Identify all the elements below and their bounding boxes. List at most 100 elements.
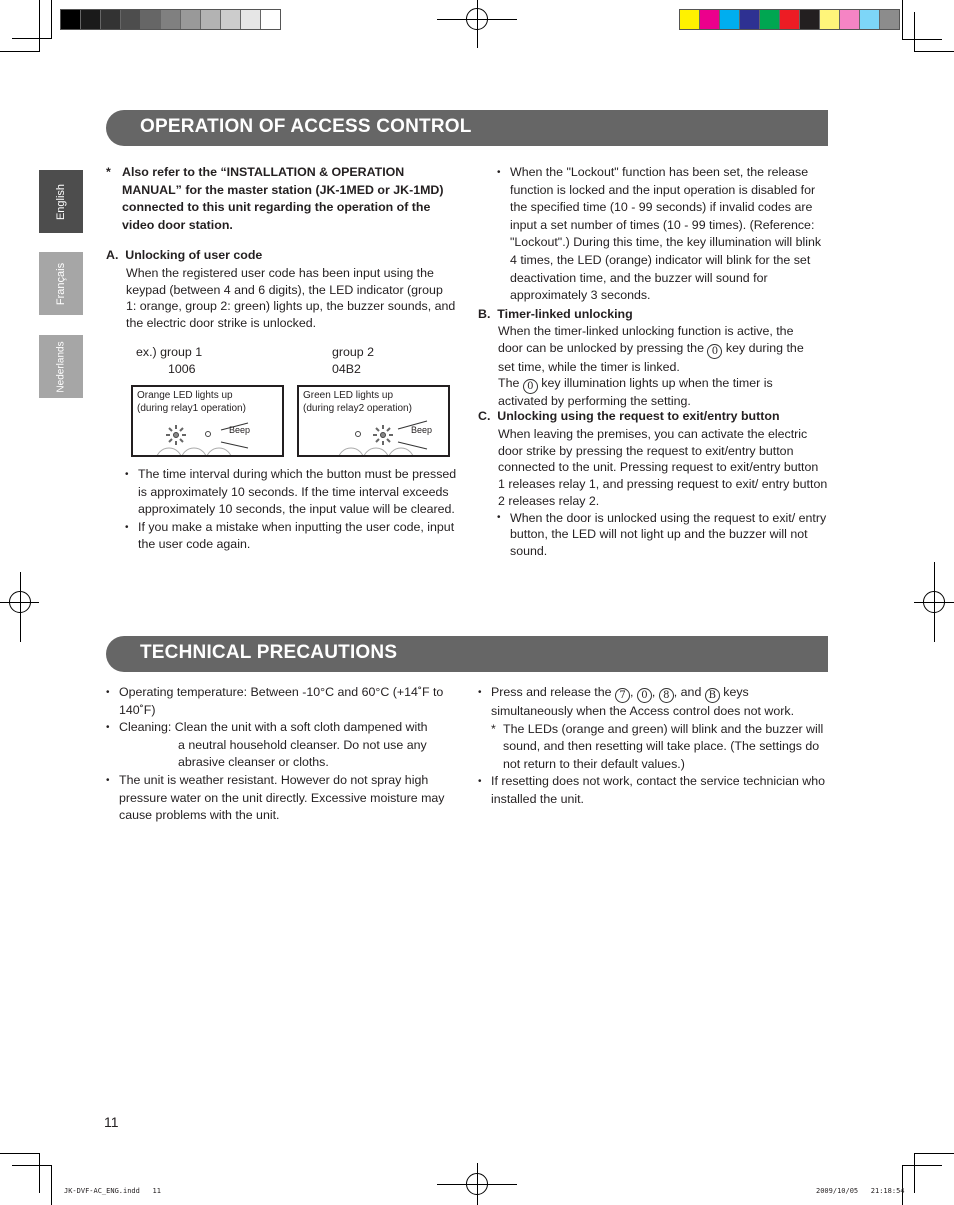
note-asterisk: * <box>491 721 496 736</box>
list-item: If resetting does not work, contact the … <box>478 773 828 808</box>
section2-left-column: Operating temperature: Between -10°C and… <box>106 684 456 825</box>
color-swatch <box>241 10 261 29</box>
beep-label: Beep <box>411 425 433 435</box>
key-0-icon: 0 <box>707 343 723 359</box>
cmyk-color-bar <box>679 9 900 30</box>
section2-right-column: Press and release the 7, 0, 8, and B key… <box>478 684 828 809</box>
color-swatch <box>101 10 121 29</box>
text: keys <box>723 685 749 699</box>
grayscale-color-bar <box>60 9 281 30</box>
color-swatch <box>181 10 201 29</box>
color-swatch <box>261 10 280 29</box>
date-slug: 2009/10/05 21:18:54 <box>816 1187 905 1195</box>
body-line: activated by performing the setting. <box>498 394 691 409</box>
subsection-a-body: When the registered user code has been i… <box>126 265 456 330</box>
color-swatch <box>720 10 740 29</box>
orange-led-off-icon <box>355 431 361 437</box>
green-led-off-icon <box>205 431 211 437</box>
text: The <box>498 376 520 391</box>
color-swatch <box>221 10 241 29</box>
section-title: OPERATION OF ACCESS CONTROL <box>140 116 472 137</box>
color-swatch <box>860 10 880 29</box>
text: key during the <box>725 340 804 355</box>
reset-line: Press and release the 7, 0, 8, and B key… <box>491 685 749 703</box>
color-swatch <box>141 10 161 29</box>
color-swatch <box>201 10 221 29</box>
key-7-icon: 7 <box>615 688 630 703</box>
list-item: Cleaning: Clean the unit with a soft clo… <box>106 719 456 772</box>
led-diagram <box>156 422 249 455</box>
color-swatch <box>760 10 780 29</box>
language-tab-label: Nederlands <box>55 340 67 393</box>
list-item: Operating temperature: Between -10°C and… <box>106 684 456 719</box>
color-swatch <box>700 10 720 29</box>
subsection-c-bullet: When the door is unlocked using the requ… <box>497 510 828 560</box>
reset-line: simultaneously when the Access control d… <box>491 704 795 718</box>
led-illustration-group1: Orange LED lights up (during relay1 oper… <box>131 385 284 457</box>
subsection-b-body: When the timer-linked unlocking function… <box>478 323 828 408</box>
beep-label: Beep <box>229 425 251 435</box>
page-number: 11 <box>104 1114 119 1130</box>
file-slug: JK-DVF-AC_ENG.indd 11 <box>64 1187 161 1195</box>
led-illustration-group2: Green LED lights up (during relay2 opera… <box>297 385 450 457</box>
body-line: The 0 key illumination lights up when th… <box>498 375 828 395</box>
key-0-icon: 0 <box>522 379 538 395</box>
color-swatch <box>121 10 141 29</box>
section1-right-column: When the "Lockout" function has been set… <box>478 164 828 560</box>
orange-led-lit-icon <box>166 425 186 445</box>
subsection-c-body: When leaving the premises, you can activ… <box>498 426 828 508</box>
text: Press and release the <box>491 685 612 699</box>
reset-note: * The LEDs (orange and green) will blink… <box>491 721 828 774</box>
subsection-a-bullets: The time interval during which the butto… <box>125 466 457 554</box>
color-swatch <box>820 10 840 29</box>
example-group2-label: group 2 <box>332 345 375 359</box>
language-tab-label: Français <box>55 262 67 305</box>
color-swatch <box>680 10 700 29</box>
list-item: If you make a mistake when inputting the… <box>125 519 457 554</box>
body-line: When the timer-linked unlocking function… <box>498 324 794 339</box>
color-swatch <box>61 10 81 29</box>
text: key illumination lights up when the time… <box>541 376 773 391</box>
section1-left-column: * Also refer to the “INSTALLATION & OPER… <box>106 164 456 331</box>
section-header-access-control: OPERATION OF ACCESS CONTROL <box>106 110 828 146</box>
led-diagram <box>338 420 428 455</box>
color-swatch <box>161 10 181 29</box>
example-group1-label: ex.) group 1 <box>136 345 203 359</box>
body-line: door can be unlocked by pressing the 0 k… <box>498 340 828 359</box>
green-led-lit-icon <box>373 425 393 445</box>
note-asterisk: * <box>106 165 111 179</box>
color-swatch <box>840 10 860 29</box>
language-tab-nederlands[interactable]: Nederlands <box>39 335 83 398</box>
key-b-icon: B <box>704 688 720 703</box>
body-line: set time, while the timer is linked. <box>498 359 680 374</box>
color-swatch <box>81 10 101 29</box>
cleaning-text: abrasive cleanser or cloths. <box>178 755 329 770</box>
text: , and <box>673 685 702 699</box>
section-title: TECHNICAL PRECAUTIONS <box>140 642 398 663</box>
subsection-a-heading: A. Unlocking of user code <box>106 248 263 263</box>
keypad-keys-icon <box>156 447 232 455</box>
key-0-icon: 0 <box>636 688 652 703</box>
list-item: The unit is weather resistant. However d… <box>106 772 456 825</box>
note-text: The LEDs (orange and green) will blink a… <box>503 721 824 771</box>
cleaning-text: a neutral household cleanser. Do not use… <box>178 737 427 752</box>
language-tab-english[interactable]: English <box>39 170 83 233</box>
beep-line <box>220 441 249 449</box>
example-group2-code: 04B2 <box>332 362 361 376</box>
text: door can be unlocked by pressing the <box>498 340 704 355</box>
manual-reference-note: * Also refer to the “INSTALLATION & OPER… <box>106 164 456 234</box>
color-swatch <box>880 10 899 29</box>
subsection-c-heading: C. Unlocking using the request to exit/e… <box>478 409 780 424</box>
note-text: Also refer to the “INSTALLATION & OPERAT… <box>122 165 444 232</box>
key-8-icon: 8 <box>658 688 674 703</box>
color-swatch <box>780 10 800 29</box>
list-item: The time interval during which the butto… <box>125 466 457 519</box>
language-tab-label: English <box>55 183 67 220</box>
list-item: Press and release the 7, 0, 8, and B key… <box>478 684 828 773</box>
section-header-technical-precautions: TECHNICAL PRECAUTIONS <box>106 636 828 672</box>
color-swatch <box>740 10 760 29</box>
lockout-bullet: When the "Lockout" function has been set… <box>497 164 828 305</box>
color-swatch <box>800 10 820 29</box>
language-tab-francais[interactable]: Français <box>39 252 83 315</box>
example-group1-code: 1006 <box>168 362 196 376</box>
